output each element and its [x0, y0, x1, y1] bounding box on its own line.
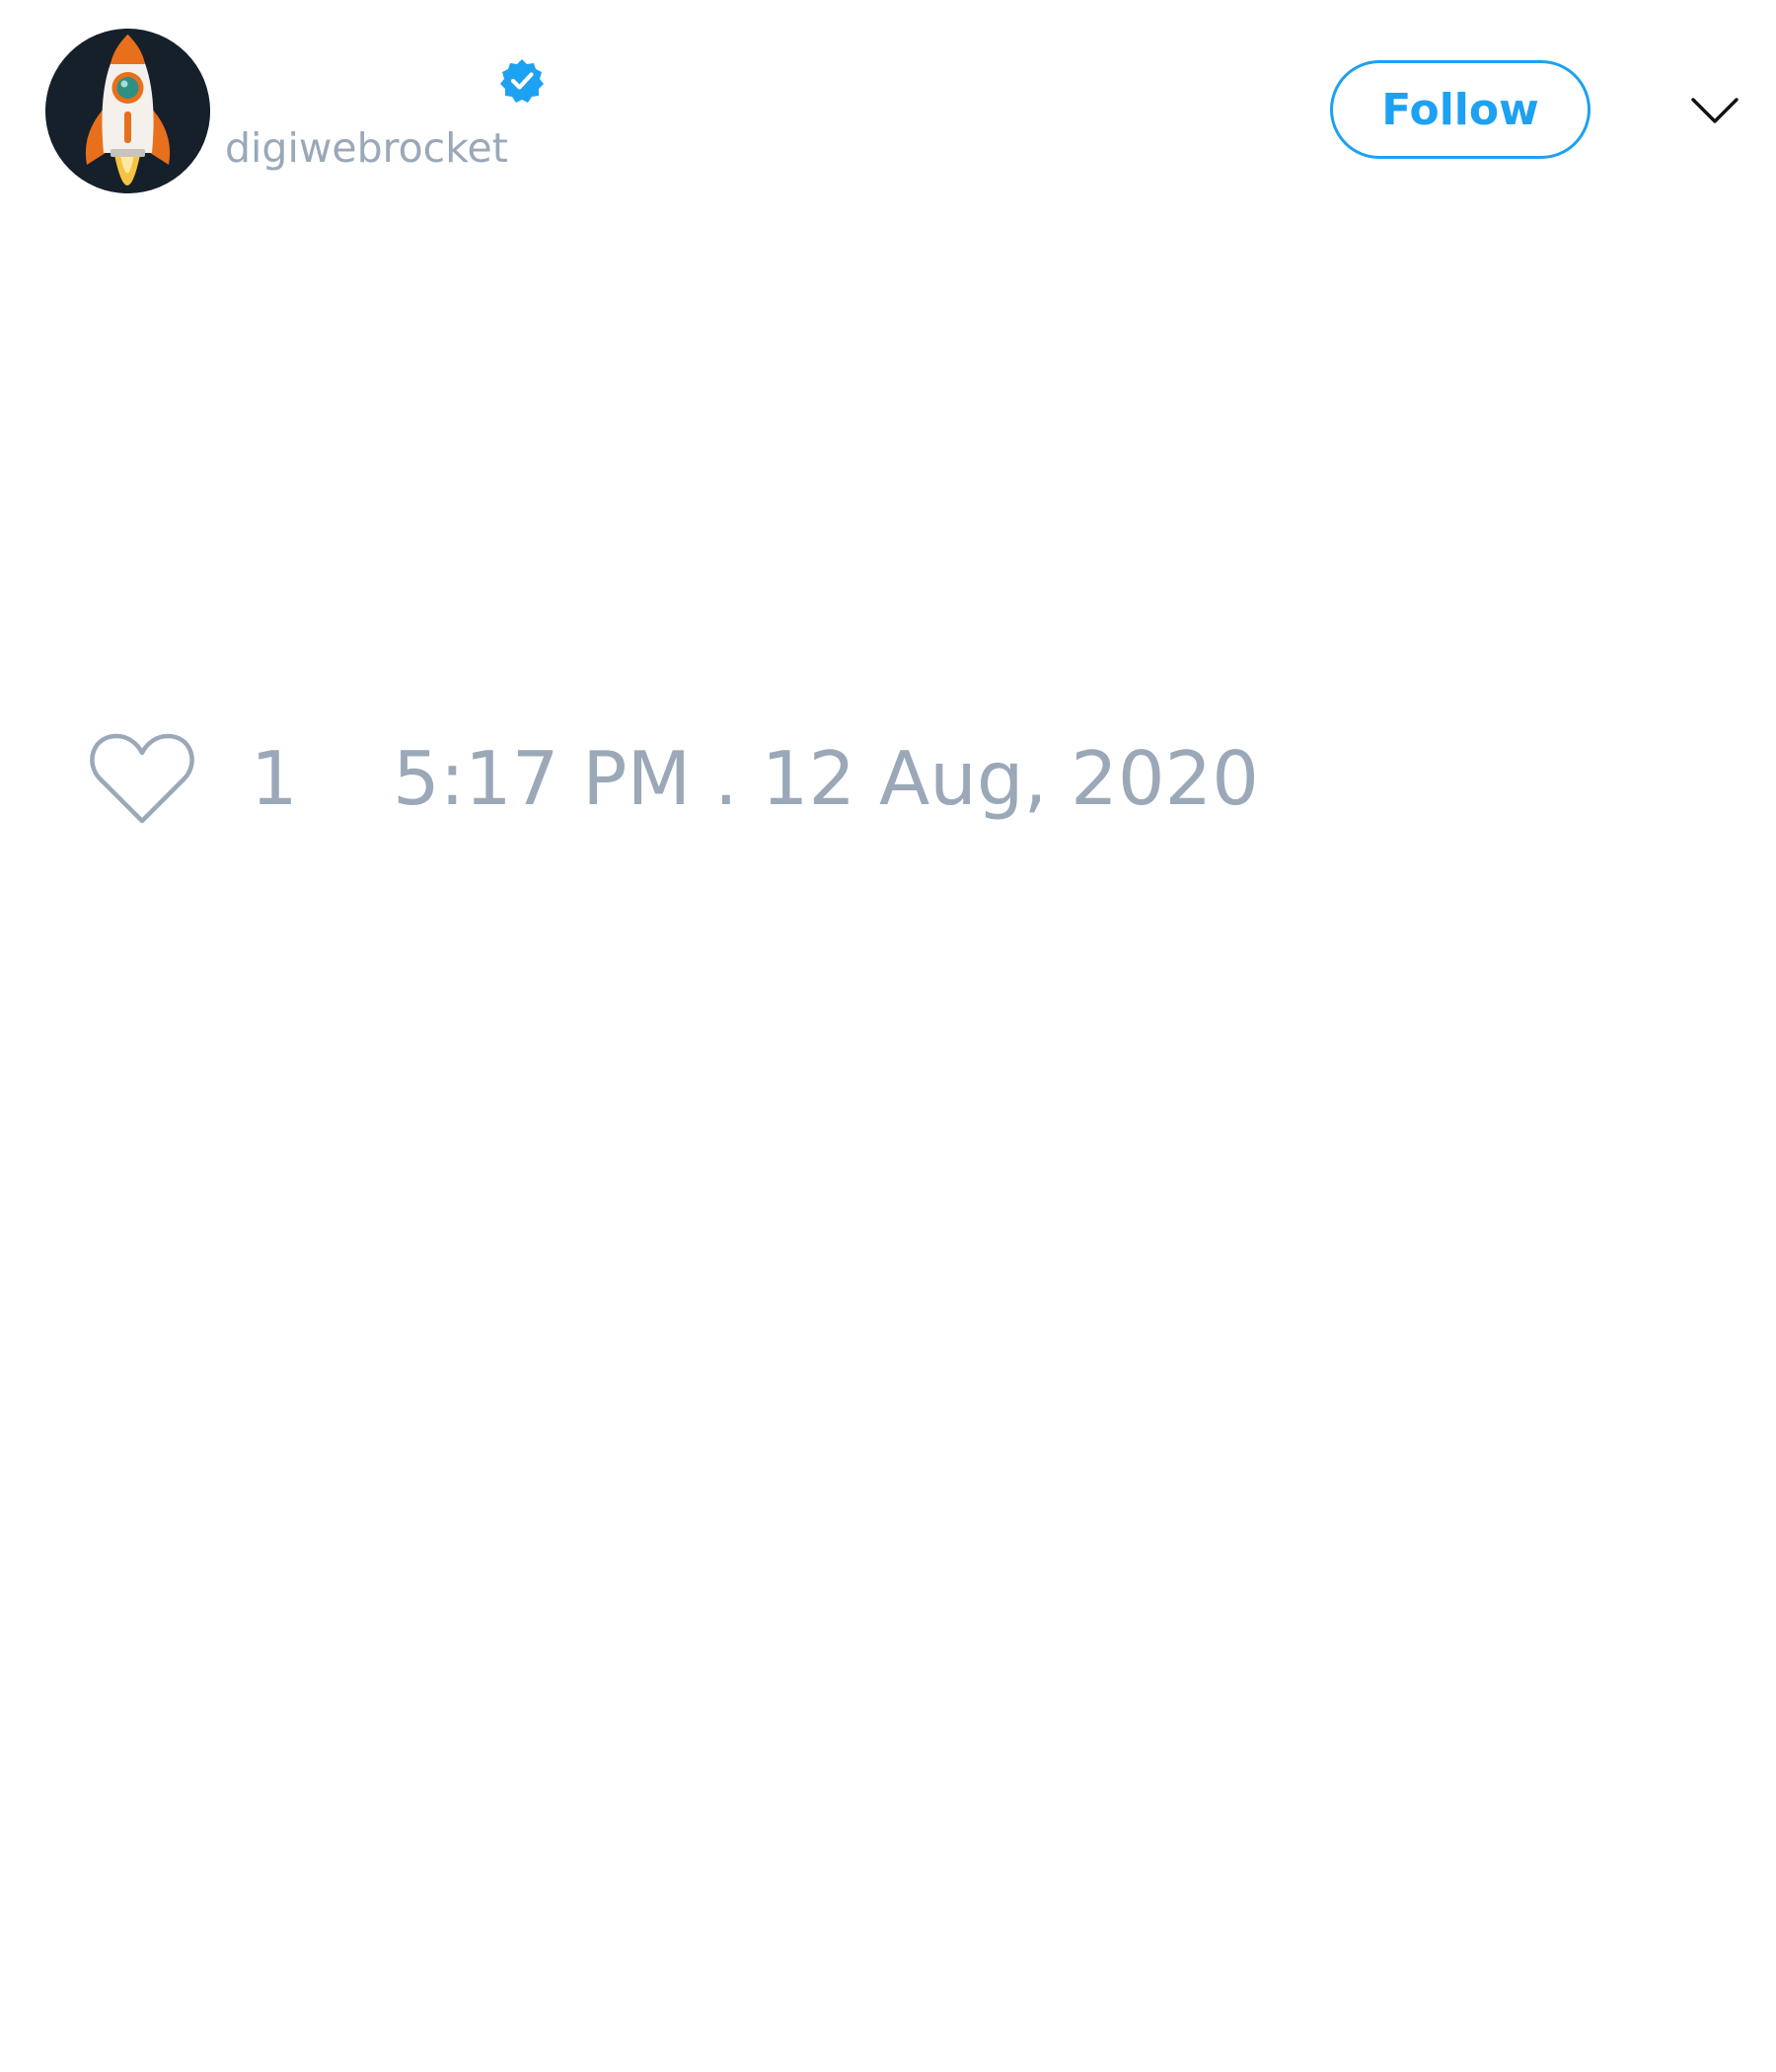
follow-button[interactable]: Follow	[1330, 60, 1591, 159]
author-handle[interactable]: digiwebrocket	[225, 124, 508, 172]
heart-icon[interactable]	[87, 730, 197, 829]
rocket-icon	[45, 29, 210, 193]
tweet-timestamp[interactable]: 5:17 PM . 12 Aug, 2020	[393, 735, 1259, 822]
avatar[interactable]	[45, 29, 210, 193]
verified-badge-icon	[500, 59, 544, 103]
chevron-down-icon[interactable]	[1689, 91, 1740, 130]
tweet-card: digiwebrocket Follow 1 5:17 PM . 12 Aug,…	[0, 0, 1776, 2072]
like-count: 1	[251, 735, 298, 822]
